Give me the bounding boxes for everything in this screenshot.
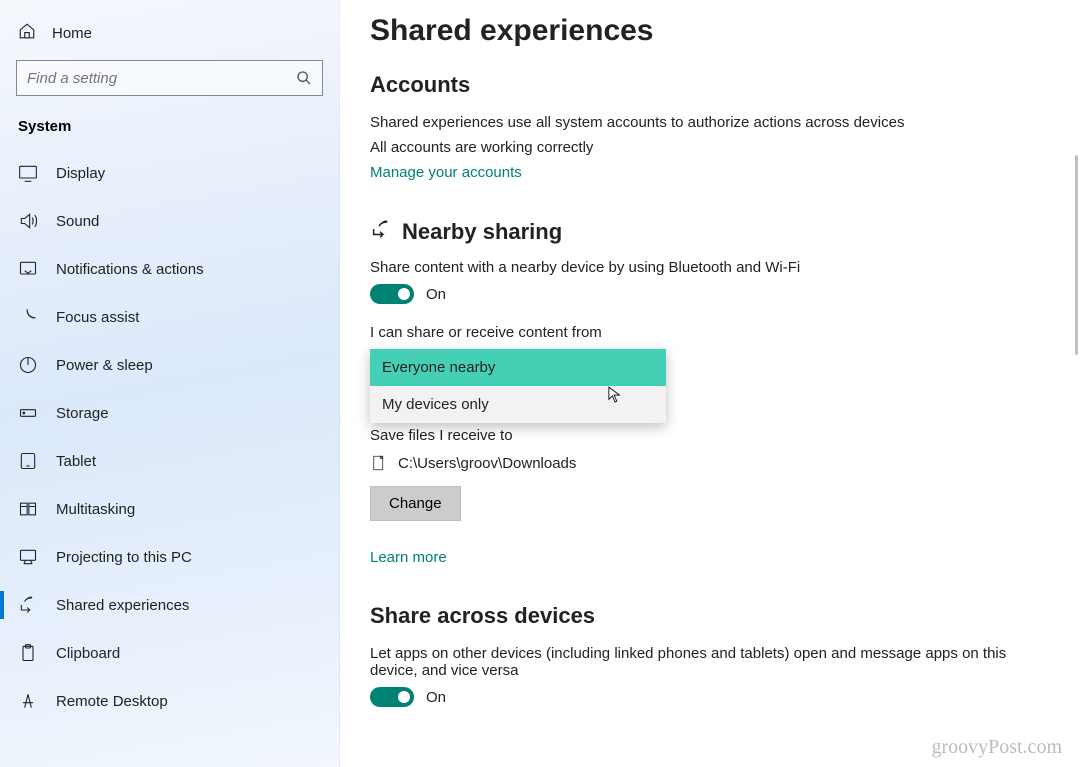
scrollbar[interactable] — [1075, 0, 1078, 767]
focus-assist-icon — [18, 307, 38, 327]
search-icon — [296, 70, 312, 86]
sidebar-item-clipboard[interactable]: Clipboard — [16, 629, 323, 677]
nearby-title: Nearby sharing — [402, 219, 562, 245]
share-from-label: I can share or receive content from — [370, 324, 1050, 341]
sidebar: Home System Display Sound Notifications … — [0, 0, 340, 767]
accounts-title: Accounts — [370, 72, 1050, 98]
manage-accounts-link[interactable]: Manage your accounts — [370, 164, 522, 181]
sidebar-item-shared-experiences[interactable]: Shared experiences — [16, 581, 323, 629]
power-icon — [18, 355, 38, 375]
sidebar-item-label: Shared experiences — [56, 597, 189, 614]
accounts-status: All accounts are working correctly — [370, 139, 1010, 156]
home-label: Home — [52, 25, 92, 42]
page-title: Shared experiences — [370, 14, 1050, 48]
main-content: Shared experiences Accounts Shared exper… — [340, 0, 1080, 767]
sidebar-item-label: Focus assist — [56, 309, 139, 326]
sidebar-item-label: Display — [56, 165, 105, 182]
change-button[interactable]: Change — [370, 486, 461, 521]
sidebar-item-storage[interactable]: Storage — [16, 389, 323, 437]
share-across-desc: Let apps on other devices (including lin… — [370, 645, 1010, 679]
share-across-toggle[interactable] — [370, 687, 414, 707]
nearby-sharing-icon — [370, 218, 392, 245]
share-across-title: Share across devices — [370, 603, 1050, 629]
sidebar-item-sound[interactable]: Sound — [16, 197, 323, 245]
sidebar-item-label: Power & sleep — [56, 357, 153, 374]
save-path-row: C:\Users\groov\Downloads — [370, 452, 1050, 474]
storage-icon — [18, 403, 38, 423]
sidebar-item-display[interactable]: Display — [16, 149, 323, 197]
sidebar-item-notifications[interactable]: Notifications & actions — [16, 245, 323, 293]
sidebar-item-tablet[interactable]: Tablet — [16, 437, 323, 485]
save-path: C:\Users\groov\Downloads — [398, 455, 576, 472]
projecting-icon — [18, 547, 38, 567]
multitasking-icon — [18, 499, 38, 519]
sidebar-item-label: Multitasking — [56, 501, 135, 518]
home-button[interactable]: Home — [16, 18, 323, 60]
sidebar-item-label: Remote Desktop — [56, 693, 168, 710]
sidebar-item-label: Projecting to this PC — [56, 549, 192, 566]
folder-icon — [370, 452, 388, 474]
shared-experiences-icon — [18, 595, 38, 615]
sidebar-item-label: Sound — [56, 213, 99, 230]
sidebar-item-multitasking[interactable]: Multitasking — [16, 485, 323, 533]
home-icon — [18, 22, 36, 44]
sidebar-item-remote-desktop[interactable]: Remote Desktop — [16, 677, 323, 725]
sidebar-item-label: Clipboard — [56, 645, 120, 662]
remote-desktop-icon — [18, 691, 38, 711]
sidebar-item-power-sleep[interactable]: Power & sleep — [16, 341, 323, 389]
learn-more-link[interactable]: Learn more — [370, 549, 447, 566]
toggle-label: On — [426, 689, 446, 706]
sidebar-item-projecting[interactable]: Projecting to this PC — [16, 533, 323, 581]
sound-icon — [18, 211, 38, 231]
tablet-icon — [18, 451, 38, 471]
sidebar-item-label: Tablet — [56, 453, 96, 470]
nearby-desc: Share content with a nearby device by us… — [370, 259, 1010, 276]
display-icon — [18, 163, 38, 183]
sidebar-item-focus-assist[interactable]: Focus assist — [16, 293, 323, 341]
save-files-label: Save files I receive to — [370, 427, 1050, 444]
watermark: groovyPost.com — [931, 736, 1062, 759]
section-label: System — [16, 118, 323, 149]
accounts-desc: Shared experiences use all system accoun… — [370, 114, 1010, 131]
dropdown-option-everyone[interactable]: Everyone nearby — [370, 349, 666, 386]
search-input[interactable] — [27, 70, 296, 87]
nearby-sharing-toggle[interactable] — [370, 284, 414, 304]
search-input-container[interactable] — [16, 60, 323, 96]
cursor-icon — [608, 386, 622, 404]
sidebar-item-label: Storage — [56, 405, 109, 422]
share-from-dropdown[interactable]: Everyone nearby My devices only — [370, 349, 666, 423]
toggle-label: On — [426, 286, 446, 303]
clipboard-icon — [18, 643, 38, 663]
notifications-icon — [18, 259, 38, 279]
sidebar-item-label: Notifications & actions — [56, 261, 204, 278]
